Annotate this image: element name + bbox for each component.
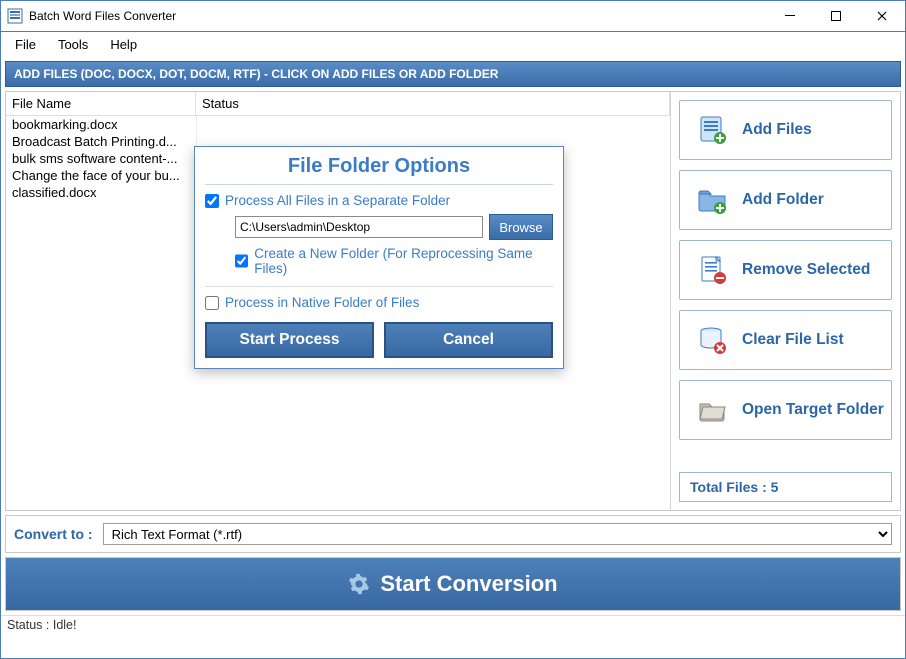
grid-header: File Name Status [6, 92, 670, 116]
title-bar: Batch Word Files Converter [1, 1, 905, 31]
sidebar: Add Files Add Folder Remove Selected Cle… [670, 92, 900, 510]
checkbox-process-separate[interactable] [205, 194, 219, 208]
total-files-box: Total Files : 5 [679, 472, 892, 502]
instruction-strip: ADD FILES (DOC, DOCX, DOT, DOCM, RTF) - … [5, 61, 901, 87]
convert-to-label: Convert to : [14, 526, 93, 542]
remove-selected-label: Remove Selected [742, 261, 870, 279]
start-conversion-label: Start Conversion [380, 571, 557, 597]
browse-button[interactable]: Browse [489, 214, 553, 240]
start-process-button[interactable]: Start Process [205, 322, 374, 358]
main-region: File Name Status bookmarking.docx Broadc… [5, 91, 901, 511]
label-create-new: Create a New Folder (For Reprocessing Sa… [254, 246, 553, 276]
window-controls [767, 1, 905, 31]
status-bar: Status : Idle! [1, 615, 905, 637]
opt-process-native[interactable]: Process in Native Folder of Files [205, 295, 553, 310]
total-files-text: Total Files : 5 [690, 479, 778, 495]
add-folder-icon [694, 182, 730, 218]
gear-icon [348, 573, 370, 595]
cancel-button[interactable]: Cancel [384, 322, 553, 358]
file-grid: File Name Status bookmarking.docx Broadc… [6, 92, 670, 510]
dialog-title: File Folder Options [205, 155, 553, 178]
add-files-label: Add Files [742, 121, 812, 139]
col-status[interactable]: Status [196, 92, 670, 115]
instruction-text: ADD FILES (DOC, DOCX, DOT, DOCM, RTF) - … [14, 67, 498, 81]
path-input[interactable] [235, 216, 483, 238]
start-conversion-bar: Start Conversion [5, 557, 901, 611]
checkbox-create-new[interactable] [235, 254, 248, 268]
close-button[interactable] [859, 1, 905, 31]
path-row: Browse [235, 214, 553, 240]
add-folder-button[interactable]: Add Folder [679, 170, 892, 230]
label-process-native: Process in Native Folder of Files [225, 295, 419, 310]
maximize-button[interactable] [813, 1, 859, 31]
remove-selected-icon [694, 252, 730, 288]
menu-file[interactable]: File [5, 35, 46, 54]
opt-process-separate[interactable]: Process All Files in a Separate Folder [205, 193, 553, 208]
add-files-button[interactable]: Add Files [679, 100, 892, 160]
app-icon [7, 8, 23, 24]
status-text: Status : Idle! [7, 618, 76, 632]
menu-bar: File Tools Help [1, 31, 905, 57]
table-row[interactable]: bookmarking.docx [6, 116, 670, 133]
remove-selected-button[interactable]: Remove Selected [679, 240, 892, 300]
convert-row: Convert to : Rich Text Format (*.rtf) [5, 515, 901, 553]
menu-tools[interactable]: Tools [48, 35, 98, 54]
label-process-separate: Process All Files in a Separate Folder [225, 193, 450, 208]
open-target-label: Open Target Folder [742, 401, 884, 419]
convert-format-select[interactable]: Rich Text Format (*.rtf) [103, 523, 892, 545]
file-folder-options-dialog: File Folder Options Process All Files in… [194, 146, 564, 369]
clear-list-icon [694, 322, 730, 358]
checkbox-process-native[interactable] [205, 296, 219, 310]
col-file-name[interactable]: File Name [6, 92, 196, 115]
add-folder-label: Add Folder [742, 191, 824, 209]
opt-create-new[interactable]: Create a New Folder (For Reprocessing Sa… [235, 246, 553, 276]
start-conversion-button[interactable]: Start Conversion [6, 558, 900, 610]
window-title: Batch Word Files Converter [29, 9, 176, 23]
clear-file-list-button[interactable]: Clear File List [679, 310, 892, 370]
open-target-folder-button[interactable]: Open Target Folder [679, 380, 892, 440]
minimize-button[interactable] [767, 1, 813, 31]
menu-help[interactable]: Help [100, 35, 147, 54]
clear-list-label: Clear File List [742, 331, 844, 349]
open-folder-icon [694, 392, 730, 428]
add-files-icon [694, 112, 730, 148]
